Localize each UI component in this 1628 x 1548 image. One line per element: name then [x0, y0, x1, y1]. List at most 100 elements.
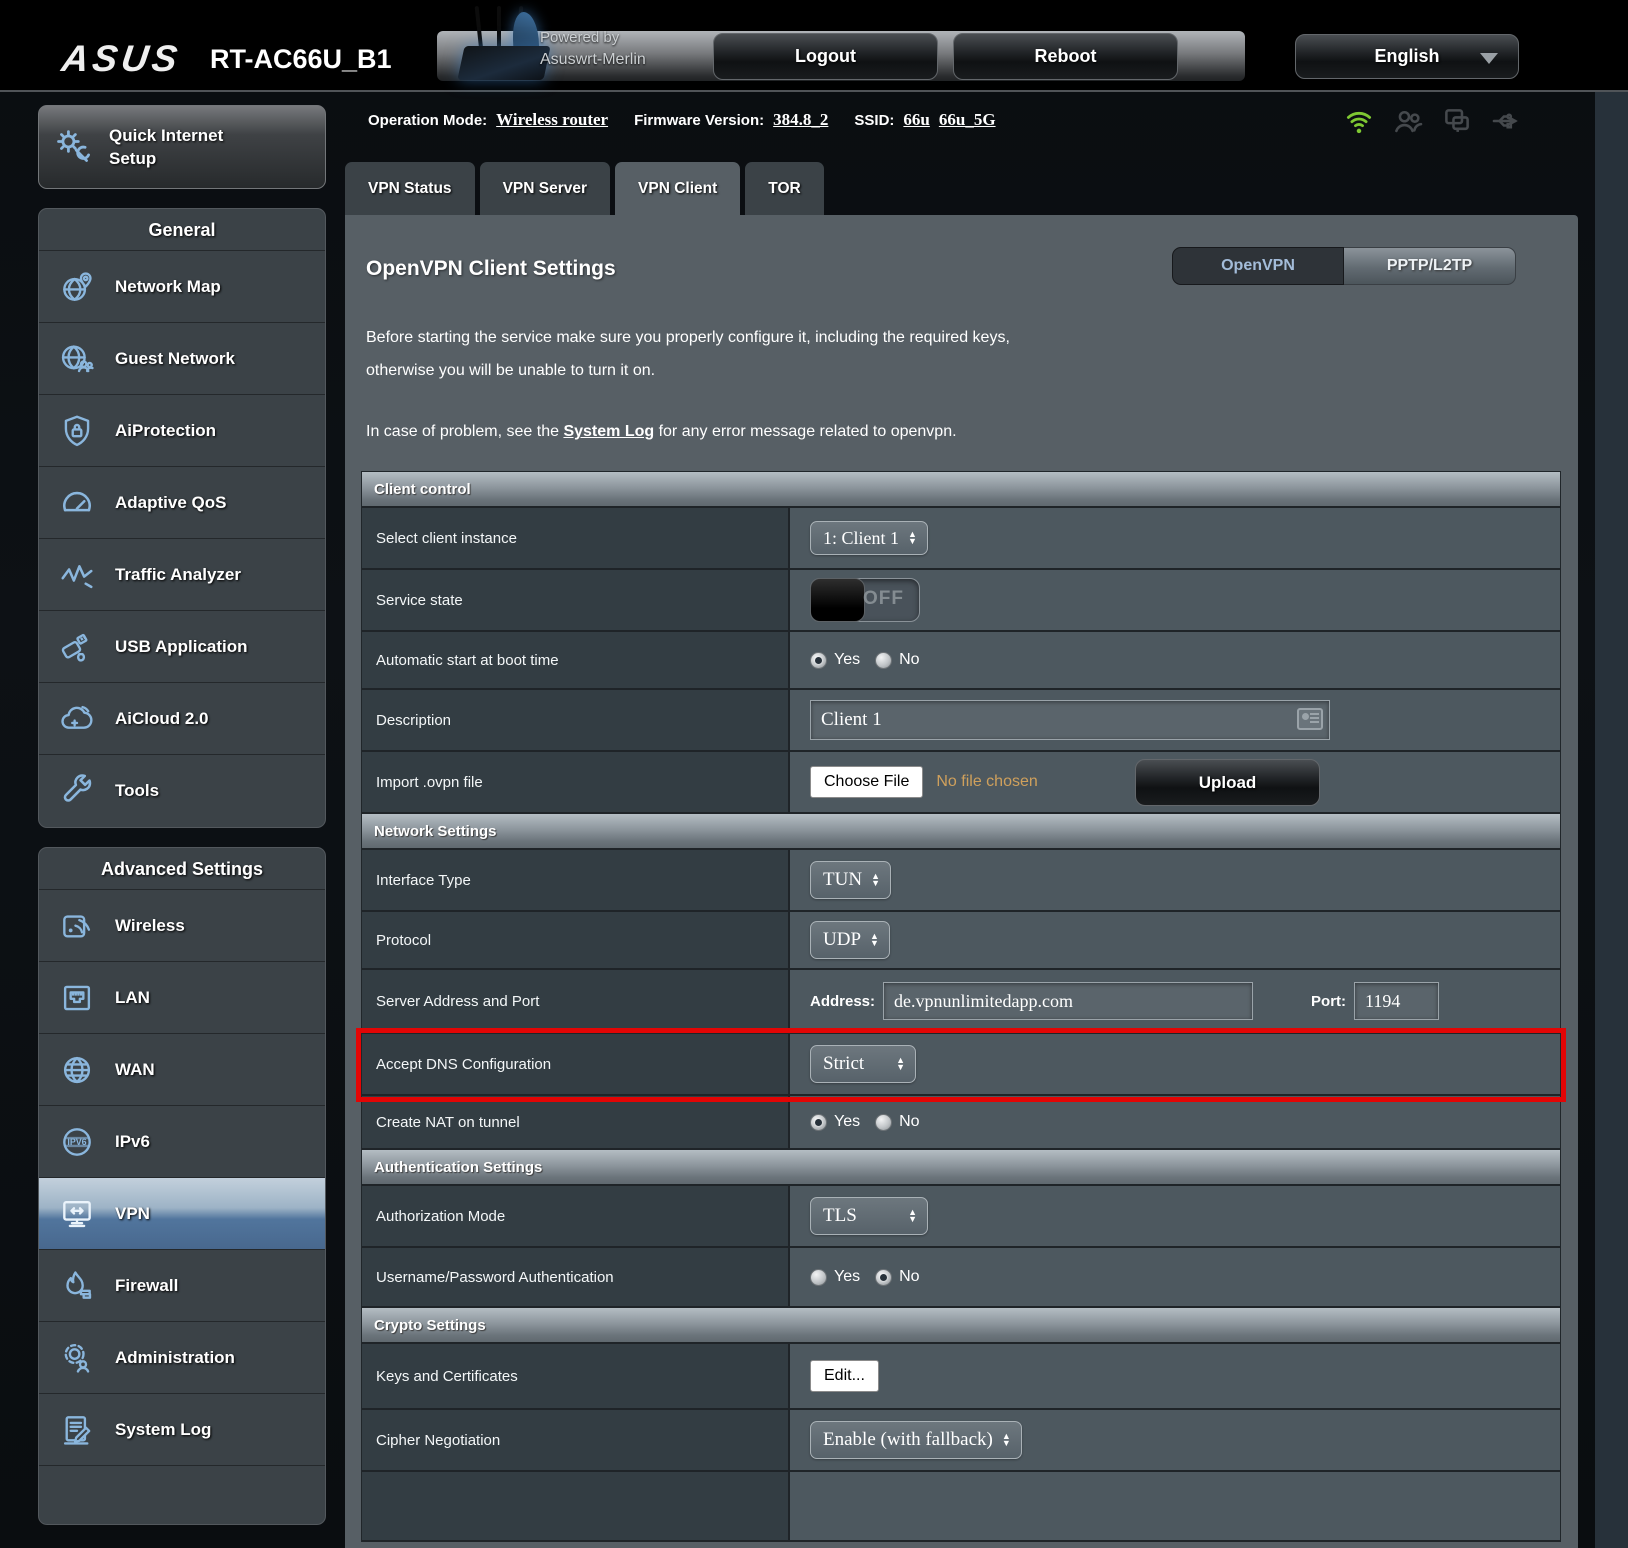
nat-yes-radio[interactable] [810, 1114, 827, 1131]
nat-radio-group: Yes No [810, 1113, 928, 1131]
description-input[interactable]: Client 1 [810, 700, 1330, 740]
userpass-no-radio[interactable] [875, 1269, 892, 1286]
accept-dns-value: Strict [823, 1053, 864, 1075]
cipher-negotiation-select[interactable]: Enable (with fallback) ▲▼ [810, 1421, 1022, 1459]
edit-keys-button[interactable]: Edit... [810, 1360, 879, 1392]
sidebar-item-network-map[interactable]: Network Map [39, 251, 325, 323]
sidebar: Quick Internet Setup General Network Map… [38, 105, 326, 1525]
userpass-yes-radio[interactable] [810, 1269, 827, 1286]
sidebar-item-aiprotection[interactable]: AiProtection [39, 395, 325, 467]
status-infobar: Operation Mode: Wireless router Firmware… [368, 110, 996, 130]
row-label: Description [362, 690, 790, 750]
ssid-label: SSID: [854, 112, 894, 129]
general-group: General Network Map Guest Network AiProt… [38, 208, 326, 828]
general-header: General [39, 209, 325, 251]
quick-internet-setup-button[interactable]: Quick Internet Setup [38, 105, 326, 189]
nat-yes-label[interactable]: Yes [834, 1113, 860, 1131]
firmware-version-link[interactable]: 384.8_2 [773, 110, 828, 130]
sidebar-item-traffic-analyzer[interactable]: Traffic Analyzer [39, 539, 325, 611]
quick-setup-icon [51, 125, 95, 169]
sidebar-item-wireless[interactable]: Wireless [39, 890, 325, 962]
openvpn-tab-button[interactable]: OpenVPN [1172, 247, 1344, 285]
sidebar-item-tools[interactable]: Tools [39, 755, 325, 827]
usb-status-icon[interactable] [1489, 104, 1523, 138]
userpass-no-label[interactable]: No [899, 1268, 919, 1286]
row-protocol: Protocol UDP ▲▼ [362, 912, 1560, 970]
nat-no-label[interactable]: No [899, 1113, 919, 1131]
autostart-radio-group: Yes No [810, 651, 928, 669]
autostart-yes-radio[interactable] [810, 652, 827, 669]
sidebar-item-administration[interactable]: Administration [39, 1322, 325, 1394]
tab-vpn-client[interactable]: VPN Client [615, 162, 740, 215]
row-value-cell: Choose File No file chosen Upload [790, 752, 1560, 812]
wifi-status-icon[interactable] [1342, 104, 1376, 138]
sidebar-item-usb-application[interactable]: USB Application [39, 611, 325, 683]
ssid-5g-link[interactable]: 66u_5G [939, 110, 996, 130]
operation-mode-link[interactable]: Wireless router [496, 110, 608, 130]
vpn-client-panel: OpenVPN Client Settings OpenVPN PPTP/L2T… [345, 215, 1578, 1548]
row-label: Server Address and Port [362, 970, 790, 1032]
sidebar-item-aicloud[interactable]: AiCloud 2.0 [39, 683, 325, 755]
accept-dns-select[interactable]: Strict ▲▼ [810, 1045, 916, 1083]
reboot-button[interactable]: Reboot [953, 33, 1178, 80]
globe-icon [55, 1051, 99, 1089]
autostart-no-label[interactable]: No [899, 651, 919, 669]
authorization-mode-select[interactable]: TLS ▲▼ [810, 1197, 928, 1235]
autostart-yes-label[interactable]: Yes [834, 651, 860, 669]
row-label: Cipher Negotiation [362, 1410, 790, 1470]
service-state-toggle[interactable]: OFF [810, 578, 920, 622]
tab-vpn-server[interactable]: VPN Server [480, 162, 610, 215]
userpass-yes-label[interactable]: Yes [834, 1268, 860, 1286]
select-arrows-icon: ▲▼ [1002, 1433, 1011, 1447]
interface-type-select[interactable]: TUN ▲▼ [810, 861, 891, 899]
row-value-cell: Edit... [790, 1344, 1560, 1408]
language-label: English [1374, 46, 1439, 67]
row-authorization-mode: Authorization Mode TLS ▲▼ [362, 1186, 1560, 1248]
protocol-value: UDP [823, 929, 861, 951]
row-value-cell: Yes No [790, 1248, 1560, 1306]
language-dropdown[interactable]: English [1295, 34, 1519, 79]
sidebar-item-adaptive-qos[interactable]: Adaptive QoS [39, 467, 325, 539]
powered-by: Powered by Asuswrt-Merlin [540, 27, 646, 71]
nat-no-radio[interactable] [875, 1114, 892, 1131]
upload-button[interactable]: Upload [1135, 759, 1320, 806]
sidebar-item-system-log[interactable]: System Log [39, 1394, 325, 1466]
server-port-input[interactable]: 1194 [1354, 982, 1439, 1020]
row-server-address-port: Server Address and Port Address: de.vpnu… [362, 970, 1560, 1034]
guest-network-icon [55, 340, 99, 378]
sidebar-item-ipv6[interactable]: IPV6 IPv6 [39, 1106, 325, 1178]
pptp-l2tp-tab-button[interactable]: PPTP/L2TP [1344, 247, 1516, 285]
server-address-input[interactable]: de.vpnunlimitedapp.com [883, 982, 1253, 1020]
tab-tor[interactable]: TOR [745, 162, 823, 215]
row-value-cell: UDP ▲▼ [790, 912, 1560, 968]
row-create-nat: Create NAT on tunnel Yes No [362, 1096, 1560, 1150]
autostart-no-radio[interactable] [875, 652, 892, 669]
flame-icon [55, 1267, 99, 1305]
ipv6-icon: IPV6 [55, 1123, 99, 1161]
system-log-link[interactable]: System Log [563, 423, 654, 440]
sidebar-item-vpn[interactable]: VPN [39, 1178, 325, 1250]
clients-status-icon[interactable] [1391, 104, 1425, 138]
sidebar-item-lan[interactable]: LAN [39, 962, 325, 1034]
row-value-cell [790, 1472, 1560, 1540]
row-label: Keys and Certificates [362, 1344, 790, 1408]
protocol-select[interactable]: UDP ▲▼ [810, 921, 890, 959]
ssid-24g-link[interactable]: 66u [903, 110, 929, 130]
vpn-tabs: VPN Status VPN Server VPN Client TOR [345, 162, 824, 215]
sidebar-item-firewall[interactable]: Firewall [39, 1250, 325, 1322]
row-automatic-start: Automatic start at boot time Yes No [362, 632, 1560, 690]
choose-file-button[interactable]: Choose File [810, 766, 923, 798]
router-model: RT-AC66U_B1 [210, 44, 392, 75]
toggle-state-label: OFF [863, 588, 904, 610]
ethernet-port-icon [55, 979, 99, 1017]
devices-status-icon[interactable] [1440, 104, 1474, 138]
sidebar-item-guest-network[interactable]: Guest Network [39, 323, 325, 395]
advanced-header: Advanced Settings [39, 848, 325, 890]
client-instance-select[interactable]: 1: Client 1 ▲▼ [810, 521, 928, 555]
row-service-state: Service state OFF [362, 570, 1560, 632]
row-label: Automatic start at boot time [362, 632, 790, 688]
tab-vpn-status[interactable]: VPN Status [345, 162, 475, 215]
contact-card-icon[interactable] [1297, 708, 1323, 730]
logout-button[interactable]: Logout [713, 33, 938, 80]
sidebar-item-wan[interactable]: WAN [39, 1034, 325, 1106]
